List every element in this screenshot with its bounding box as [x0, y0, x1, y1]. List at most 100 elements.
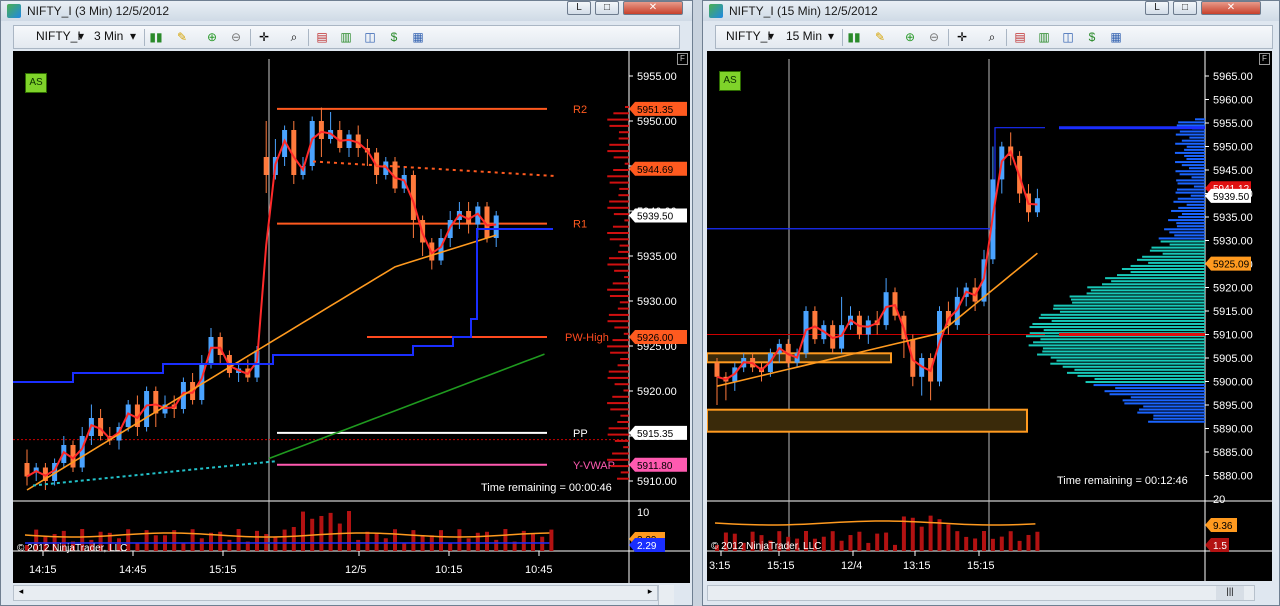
volume-profile-bar: [617, 307, 629, 310]
time-axis-label: 14:15: [29, 564, 57, 576]
volume-bar: [411, 530, 416, 551]
time-axis-label: 15:15: [967, 560, 995, 572]
volume-profile-bar: [614, 269, 629, 272]
zoom-out-icon[interactable]: ⊖: [228, 30, 244, 45]
volume-profile-bar: [613, 112, 629, 115]
bar-chart-icon[interactable]: ▮▮: [148, 30, 164, 45]
volume-bar: [475, 532, 480, 551]
r1-label: R1: [573, 219, 587, 231]
chart-window-15min: NIFTY_I (15 Min) 12/5/2012 L □ ✕ NIFTY_I…: [702, 0, 1280, 606]
volume-profile-bar: [1184, 154, 1205, 157]
price-chart-svg[interactable]: 5965.005960.005955.005950.005945.005940.…: [707, 51, 1272, 581]
volume-profile-bar: [1053, 307, 1205, 310]
f-box[interactable]: F: [1259, 53, 1270, 65]
volume-profile-bar: [619, 301, 629, 304]
price-axis-label: 5950.00: [637, 116, 677, 128]
volume-profile-bar: [1173, 200, 1205, 203]
y-vwap-price-tag: 5911.80: [637, 461, 673, 472]
volume-profile-bar: [1169, 243, 1205, 246]
properties-icon[interactable]: ▦: [1108, 30, 1124, 45]
volume-profile-bar: [1142, 255, 1205, 258]
properties-icon[interactable]: ▦: [410, 30, 426, 45]
volume-profile-bar: [1143, 405, 1205, 408]
restore-button[interactable]: □: [1173, 1, 1197, 15]
volume-profile-bar: [608, 427, 629, 430]
bar-chart-icon[interactable]: ▮▮: [846, 30, 862, 45]
dollar-icon[interactable]: $: [386, 30, 402, 45]
pp-label: PP: [573, 428, 588, 440]
instrument-dropdown-icon[interactable]: ▾: [768, 29, 774, 43]
restore-button[interactable]: □: [595, 1, 619, 15]
pencil-icon[interactable]: ✎: [174, 30, 190, 45]
volume-bar: [383, 538, 388, 551]
price-chart-svg[interactable]: 5955.005950.005945.005940.005935.005930.…: [13, 51, 690, 583]
volume-profile-bar: [610, 408, 629, 411]
crosshair-icon[interactable]: ✛: [256, 30, 272, 45]
time-axis-label: 13:15: [903, 560, 931, 572]
volume-profile-bar: [1174, 234, 1205, 237]
interval-dropdown-icon[interactable]: ▾: [828, 29, 834, 43]
scroll-right-icon[interactable]: ▸: [643, 586, 657, 600]
volume-profile-bar: [617, 477, 629, 480]
chart-style-icon[interactable]: ◫: [362, 30, 378, 45]
instrument-dropdown-icon[interactable]: ▾: [78, 29, 84, 43]
indicators-icon[interactable]: ▤: [314, 30, 330, 45]
price-chart-panel[interactable]: 5965.005960.005955.005950.005945.005940.…: [707, 51, 1272, 581]
band-price-tag: 5944.69: [637, 165, 674, 176]
volume-tag: 9.36: [1213, 521, 1233, 532]
volume-profile-bar: [1139, 408, 1205, 411]
as-button[interactable]: AS: [25, 73, 47, 93]
strategies-icon[interactable]: ▥: [338, 30, 354, 45]
title-bar[interactable]: NIFTY_I (3 Min) 12/5/2012 L □ ✕: [1, 1, 692, 21]
interval-selector[interactable]: 15 Min: [786, 29, 822, 43]
zoom-in-icon[interactable]: ⊕: [902, 30, 918, 45]
volume-profile-bar: [607, 402, 629, 405]
horizontal-scrollbar[interactable]: ◂ ▸: [13, 585, 658, 601]
interval-selector[interactable]: 3 Min: [94, 29, 123, 43]
strategies-icon[interactable]: ▥: [1036, 30, 1052, 45]
price-chart-panel[interactable]: 5955.005950.005945.005940.005935.005930.…: [13, 51, 690, 583]
as-button[interactable]: AS: [719, 71, 741, 91]
scroll-left-icon[interactable]: ◂: [14, 586, 28, 600]
minimize-button[interactable]: L: [567, 1, 591, 15]
volume-profile-bar: [624, 162, 629, 165]
scroll-thumb[interactable]: |||: [1216, 586, 1244, 600]
magnifier-icon[interactable]: ⌕: [286, 30, 302, 45]
volume-profile-bar: [618, 194, 629, 197]
magnifier-icon[interactable]: ⌕: [984, 30, 1000, 45]
volume-profile-bar: [607, 206, 629, 209]
time-axis-label: 15:15: [209, 564, 237, 576]
volume-profile-bar: [1074, 368, 1205, 371]
instrument-selector[interactable]: NIFTY_I: [36, 29, 81, 43]
minimize-button[interactable]: L: [1145, 1, 1169, 15]
dollar-icon[interactable]: $: [1084, 30, 1100, 45]
volume-profile-bar: [1191, 176, 1205, 179]
interval-dropdown-icon[interactable]: ▾: [130, 29, 136, 43]
title-bar[interactable]: NIFTY_I (15 Min) 12/5/2012 L □ ✕: [703, 1, 1279, 21]
volume-profile-bar: [1186, 158, 1205, 161]
zoom-out-icon[interactable]: ⊖: [926, 30, 942, 45]
volume-profile-bar: [612, 282, 629, 285]
volume-profile-bar: [607, 376, 629, 379]
zoom-in-icon[interactable]: ⊕: [204, 30, 220, 45]
horizontal-scrollbar[interactable]: |||: [707, 585, 1255, 601]
volume-profile-bar: [614, 326, 629, 329]
instrument-selector[interactable]: NIFTY_I: [726, 29, 771, 43]
scroll-thumb[interactable]: [658, 585, 674, 605]
volume-profile-bar: [1186, 203, 1205, 206]
indicators-icon[interactable]: ▤: [1012, 30, 1028, 45]
volume-bar: [347, 511, 351, 551]
chart-style-icon[interactable]: ◫: [1060, 30, 1076, 45]
close-button[interactable]: ✕: [1201, 1, 1261, 15]
price-axis-label: 5880.00: [1213, 471, 1253, 483]
volume-bar: [457, 529, 462, 551]
volume-bar: [821, 536, 826, 551]
volume-profile-bar: [1148, 420, 1205, 423]
time-axis-label: 14:45: [119, 564, 147, 576]
volume-profile-bar: [1137, 411, 1205, 414]
close-button[interactable]: ✕: [623, 1, 683, 15]
crosshair-icon[interactable]: ✛: [954, 30, 970, 45]
pencil-icon[interactable]: ✎: [872, 30, 888, 45]
f-box[interactable]: F: [677, 53, 688, 65]
volume-profile-bar: [1109, 393, 1205, 396]
